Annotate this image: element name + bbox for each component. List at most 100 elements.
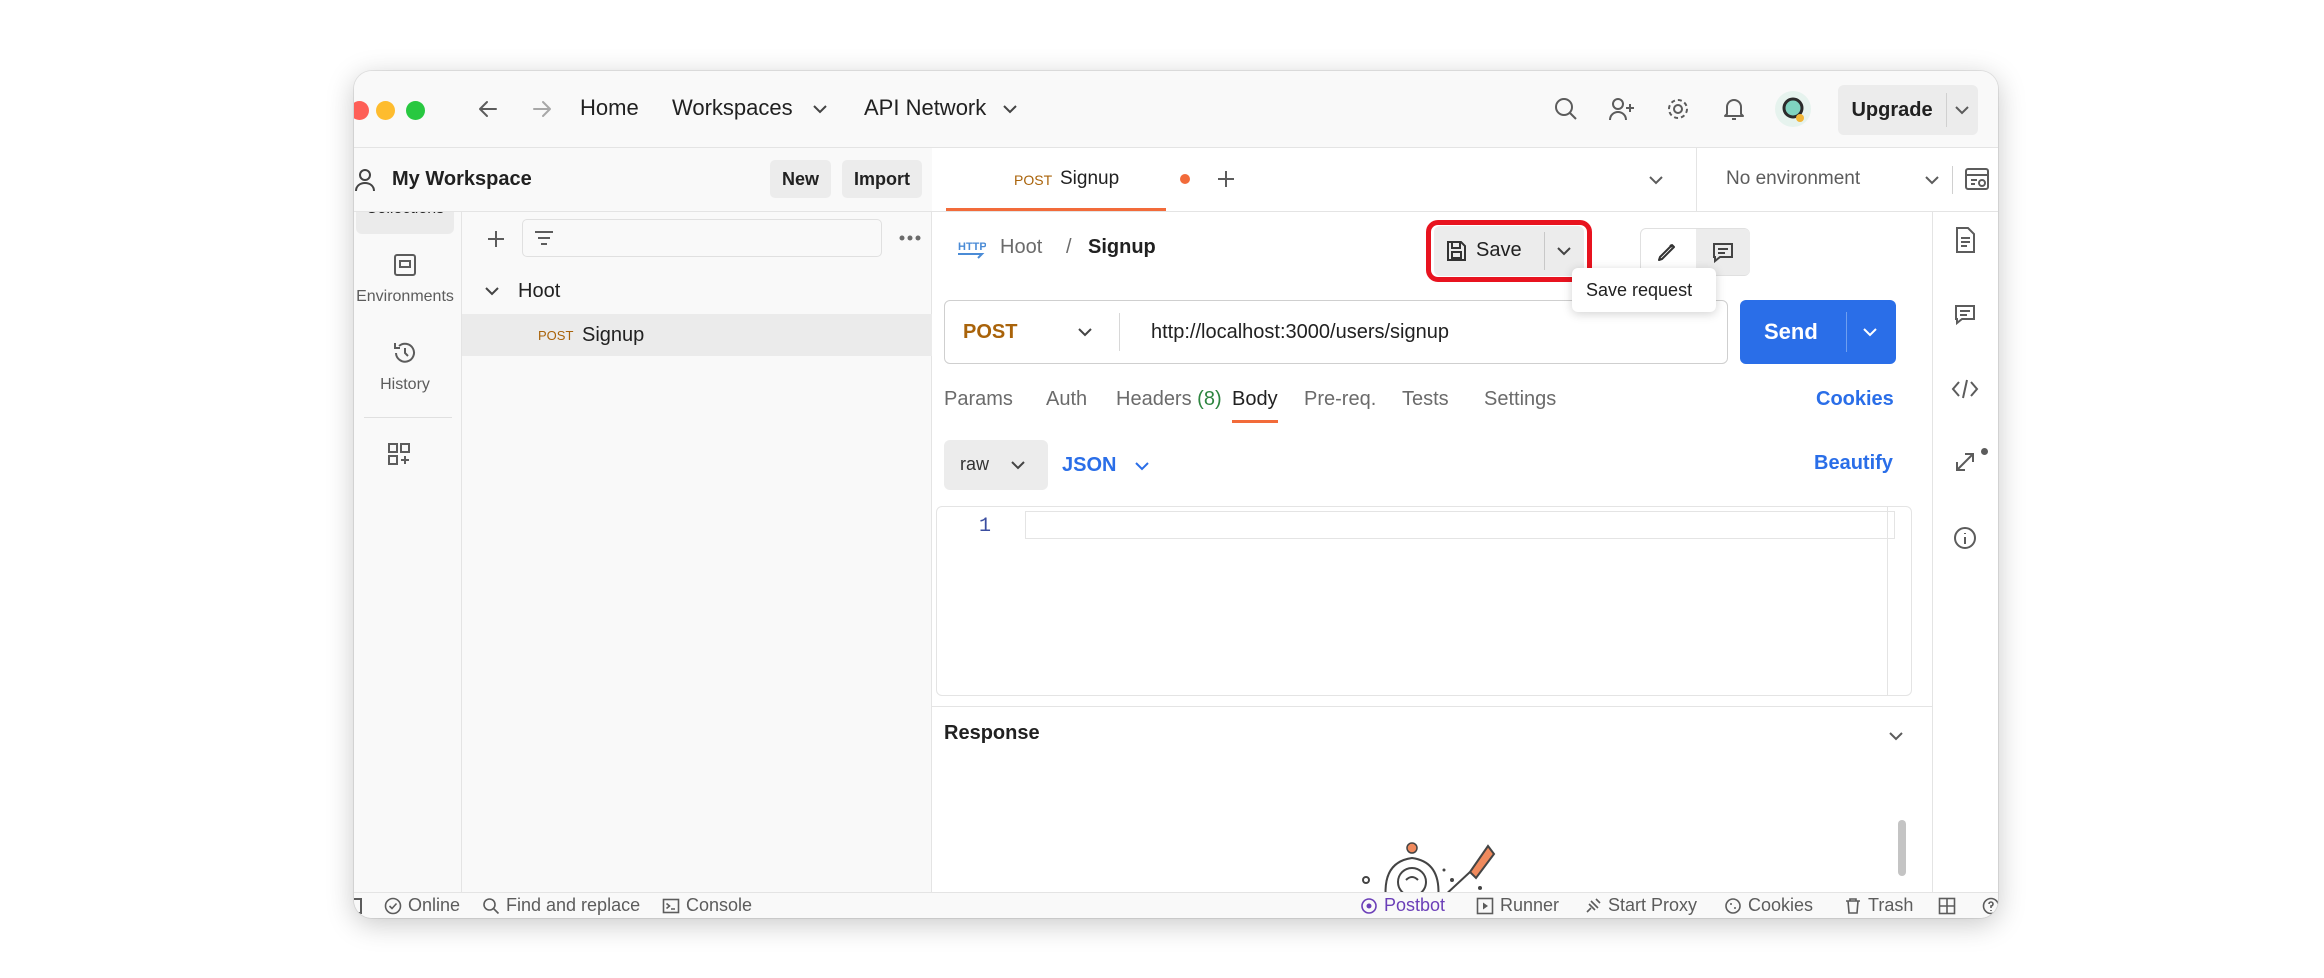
tab-name: Signup	[1060, 168, 1120, 189]
environment-selector[interactable]: No environment	[1700, 148, 1952, 211]
chevron-down-icon	[485, 287, 499, 296]
trash-icon	[1846, 897, 1860, 914]
upgrade-button[interactable]: Upgrade	[1838, 85, 1978, 135]
new-button[interactable]: New	[770, 160, 832, 198]
url-input[interactable]: http://localhost:3000/users/signup	[1151, 321, 1449, 344]
tree-collection-hoot[interactable]: Hoot	[462, 272, 932, 312]
cookies-link[interactable]: Cookies	[1816, 388, 1894, 411]
forward-arrow-icon[interactable]	[526, 93, 558, 125]
console-button[interactable]: Console	[662, 895, 752, 916]
help-icon[interactable]	[1982, 897, 1998, 915]
chevron-down-icon	[813, 105, 827, 114]
plus-icon[interactable]	[484, 227, 508, 251]
satellite-icon	[1586, 897, 1601, 913]
unsaved-indicator	[1180, 174, 1190, 184]
send-options-chevron-icon[interactable]	[1862, 326, 1878, 338]
chevron-down-icon[interactable]	[1954, 104, 1970, 116]
cookies-button[interactable]: Cookies	[1724, 895, 1813, 916]
online-status[interactable]: Online	[384, 895, 460, 916]
search-icon[interactable]	[1550, 93, 1582, 125]
minimize-window-button[interactable]	[376, 101, 395, 120]
code-icon[interactable]	[1951, 378, 1979, 400]
postbot-button[interactable]: Postbot	[1360, 895, 1445, 916]
comments-icon[interactable]	[1953, 302, 1977, 326]
trash-button[interactable]: Trash	[1844, 895, 1913, 916]
start-proxy-button[interactable]: Start Proxy	[1584, 895, 1697, 916]
request-tab-bar: POST Signup No environment	[932, 148, 1998, 212]
tab-settings[interactable]: Settings	[1484, 388, 1556, 411]
tab-headers-label: Headers	[1116, 388, 1192, 410]
chevron-down-icon	[1078, 328, 1092, 337]
invite-user-icon[interactable]	[1606, 93, 1638, 125]
tab-params[interactable]: Params	[944, 388, 1013, 411]
breadcrumb-collection[interactable]: Hoot	[1000, 236, 1042, 259]
tab-signup[interactable]: POST Signup	[946, 148, 1190, 211]
close-window-button[interactable]	[354, 101, 369, 120]
save-options-chevron-icon[interactable]	[1556, 245, 1572, 257]
body-language-select[interactable]: JSON	[1062, 440, 1162, 490]
collapse-response-chevron-icon[interactable]	[1888, 730, 1904, 742]
trash-label: Trash	[1868, 895, 1914, 915]
back-arrow-icon[interactable]	[472, 93, 504, 125]
sidebar-item-environments[interactable]: Environments	[356, 242, 454, 322]
save-button[interactable]: Save	[1434, 226, 1584, 276]
tab-pre-request[interactable]: Pre-req.	[1304, 388, 1376, 411]
sidebar-item-history[interactable]: History	[356, 330, 454, 410]
related-collections-icon[interactable]	[1953, 450, 1977, 474]
two-pane-view-icon[interactable]	[1938, 897, 1956, 915]
save-label: Save	[1476, 239, 1522, 261]
chevron-down-icon	[1135, 462, 1149, 471]
tab-body[interactable]: Body	[1232, 388, 1278, 411]
configure-sidebar-icon[interactable]	[386, 441, 412, 467]
workspace-title[interactable]: My Workspace	[392, 168, 532, 191]
bell-icon[interactable]	[1718, 93, 1750, 125]
breadcrumb-request-name[interactable]: Signup	[1088, 236, 1156, 259]
environment-quick-look-icon[interactable]	[1964, 166, 1990, 192]
gear-icon[interactable]	[1662, 93, 1694, 125]
tree-request-signup[interactable]: POST Signup	[462, 314, 932, 356]
send-label: Send	[1764, 319, 1818, 344]
import-button[interactable]: Import	[842, 160, 922, 198]
method-label: POST	[963, 321, 1018, 343]
info-icon[interactable]	[1953, 526, 1977, 550]
method-select[interactable]: POST	[945, 301, 1119, 363]
response-title: Response	[944, 722, 1040, 744]
tab-headers[interactable]: Headers (8)	[1116, 388, 1222, 411]
maximize-window-button[interactable]	[406, 101, 425, 120]
collection-name: Hoot	[518, 280, 561, 302]
comment-icon	[1713, 243, 1733, 264]
tab-tests[interactable]: Tests	[1402, 388, 1449, 411]
save-request-tooltip: Save request	[1572, 268, 1716, 312]
divider	[1846, 312, 1847, 352]
more-options-icon[interactable]	[898, 232, 922, 244]
sidebar-item-label: Environments	[356, 288, 454, 305]
nav-home[interactable]: Home	[580, 95, 639, 121]
svg-text:HTTP: HTTP	[958, 241, 986, 253]
tabs-overflow-chevron-icon[interactable]	[1648, 174, 1664, 186]
console-label: Console	[686, 895, 753, 915]
beautify-link[interactable]: Beautify	[1814, 452, 1893, 475]
body-mode-select[interactable]: raw	[944, 440, 1048, 490]
send-button[interactable]: Send	[1740, 300, 1896, 364]
left-sidebar: Collections Environments History	[354, 148, 462, 892]
console-icon	[662, 898, 680, 913]
request-editor: HTTP Hoot / Signup Save POST http://loca…	[932, 212, 1932, 892]
environment-label: No environment	[1726, 168, 1861, 189]
pencil-icon[interactable]	[1655, 240, 1679, 264]
status-bar: Online Find and replace Console Postbot …	[354, 892, 1998, 918]
find-replace-button[interactable]: Find and replace	[482, 895, 640, 916]
nav-workspaces[interactable]: Workspaces	[672, 95, 793, 121]
body-editor[interactable]: 1	[936, 506, 1912, 696]
nav-api-network[interactable]: API Network	[864, 95, 986, 121]
chevron-down-icon	[1003, 105, 1017, 114]
avatar[interactable]	[1774, 90, 1812, 128]
new-tab-plus-icon[interactable]	[1214, 167, 1238, 191]
tab-auth[interactable]: Auth	[1046, 388, 1087, 411]
filter-input[interactable]	[522, 219, 882, 257]
toggle-sidebar-icon[interactable]	[354, 898, 362, 914]
tooltip-text: Save request	[1586, 280, 1693, 300]
documentation-icon[interactable]	[1953, 226, 1977, 254]
body-language-label: JSON	[1062, 454, 1117, 476]
runner-button[interactable]: Runner	[1476, 895, 1559, 916]
response-scrollbar[interactable]	[1898, 820, 1906, 876]
